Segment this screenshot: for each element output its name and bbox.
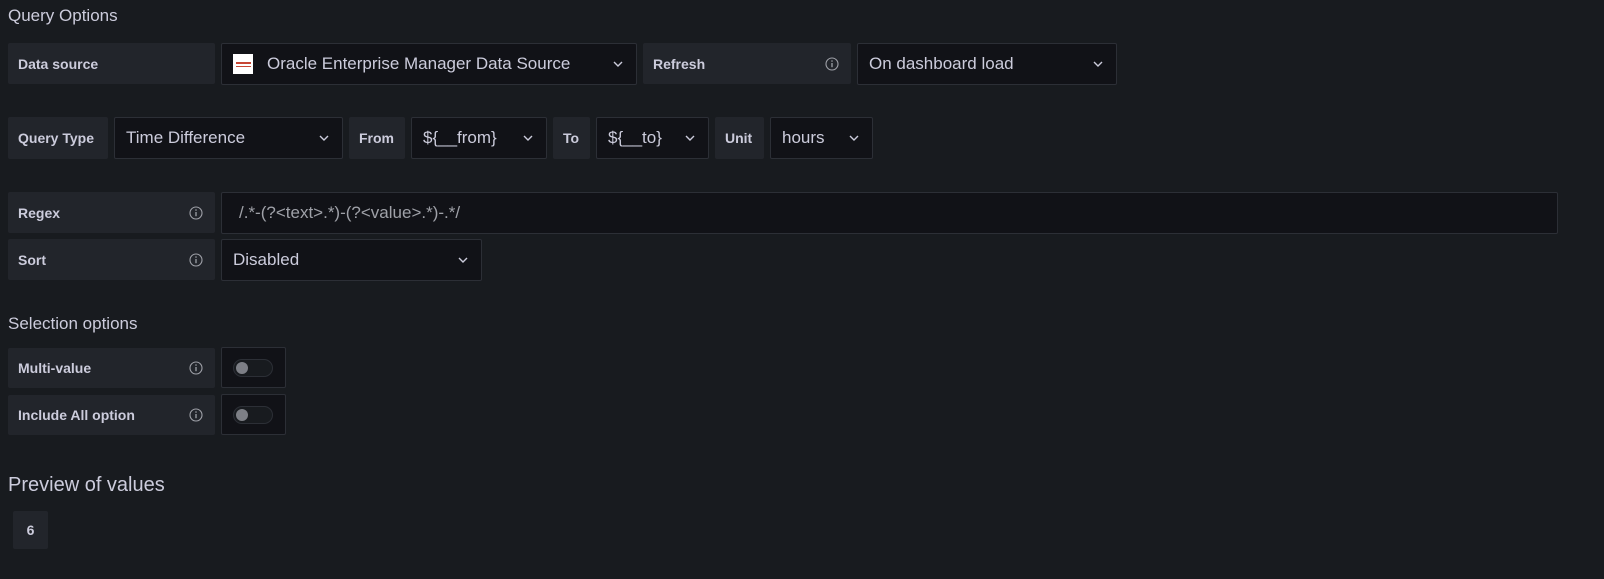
multi-value-label: Multi-value — [8, 348, 215, 388]
refresh-label-text: Refresh — [653, 55, 706, 72]
from-label: From — [349, 117, 405, 159]
chevron-down-icon — [319, 135, 329, 141]
chevron-down-icon — [849, 135, 859, 141]
include-all-label-text: Include All option — [18, 407, 135, 423]
data-source-label-text: Data source — [18, 55, 99, 72]
sort-label: Sort — [8, 239, 215, 280]
data-source-label: Data source — [8, 43, 215, 84]
to-value: ${__to} — [608, 128, 662, 147]
multi-value-switch-container — [221, 347, 286, 388]
regex-label: Regex — [8, 192, 215, 233]
chevron-down-icon — [458, 257, 468, 263]
query-type-select[interactable]: Time Difference — [114, 117, 343, 159]
refresh-select[interactable]: On dashboard load — [857, 43, 1117, 85]
from-value: ${__from} — [423, 128, 497, 147]
refresh-value: On dashboard load — [869, 54, 1014, 73]
info-icon[interactable] — [189, 205, 203, 220]
selection-options-title: Selection options — [8, 314, 138, 333]
data-source-select[interactable]: Oracle Enterprise Manager Data Source — [221, 43, 637, 85]
unit-value: hours — [782, 128, 825, 147]
query-options-title: Query Options — [8, 6, 118, 25]
query-type-value: Time Difference — [126, 128, 246, 147]
unit-select[interactable]: hours — [770, 117, 873, 159]
include-all-switch-container — [221, 394, 286, 435]
unit-label: Unit — [715, 117, 764, 159]
chevron-down-icon — [1093, 61, 1103, 67]
regex-label-text: Regex — [18, 204, 61, 221]
to-label-text: To — [563, 130, 580, 146]
toggle-knob — [236, 408, 248, 421]
to-label: To — [553, 117, 590, 159]
info-icon[interactable] — [189, 408, 203, 422]
preview-value-chip: 6 — [13, 511, 48, 549]
multi-value-label-text: Multi-value — [18, 360, 92, 376]
from-select[interactable]: ${__from} — [411, 117, 547, 159]
query-type-label: Query Type — [8, 117, 108, 159]
info-icon[interactable] — [189, 361, 203, 375]
sort-select[interactable]: Disabled — [221, 239, 482, 281]
preview-title: Preview of values — [8, 474, 165, 496]
include-all-toggle[interactable] — [233, 405, 273, 424]
chevron-down-icon — [523, 135, 533, 141]
include-all-label: Include All option — [8, 395, 215, 435]
sort-label-text: Sort — [18, 251, 46, 268]
regex-input[interactable]: /.*-(?<text>.*)-(?<value>.*)-.*/ — [221, 192, 1558, 234]
multi-value-toggle[interactable] — [233, 358, 273, 377]
data-source-value: Oracle Enterprise Manager Data Source — [267, 54, 571, 73]
query-type-label-text: Query Type — [18, 130, 94, 146]
chevron-down-icon — [685, 135, 695, 141]
unit-label-text: Unit — [725, 130, 753, 146]
chevron-down-icon — [613, 61, 623, 67]
from-label-text: From — [359, 130, 394, 146]
info-icon[interactable] — [825, 56, 839, 71]
toggle-knob — [236, 361, 248, 374]
regex-value: /.*-(?<text>.*)-(?<value>.*)-.*/ — [239, 203, 461, 222]
info-icon[interactable] — [189, 252, 203, 267]
to-select[interactable]: ${__to} — [596, 117, 709, 159]
refresh-label: Refresh — [643, 43, 851, 84]
oracle-logo-icon — [233, 54, 253, 74]
sort-value: Disabled — [233, 250, 300, 269]
